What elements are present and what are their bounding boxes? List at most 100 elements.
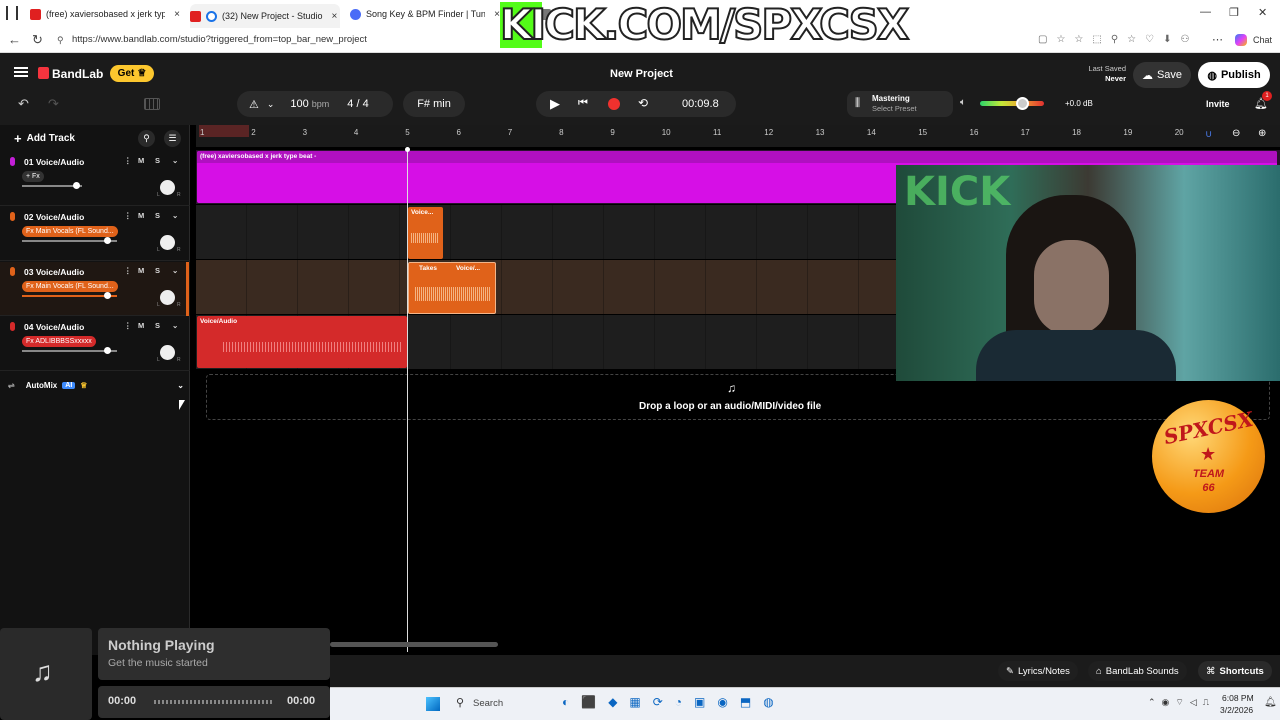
master-volume-slider[interactable] <box>980 101 1044 106</box>
track-menu-icon[interactable]: ⋮ <box>124 211 132 220</box>
zoom-in-icon[interactable]: ⊕ <box>1258 128 1266 139</box>
slider-handle[interactable] <box>104 292 111 299</box>
mute-button[interactable]: M <box>138 156 144 165</box>
track-row-4[interactable]: 04 Voice/Audio ⋮ M S ⌄ Fx ADLIBBBSSxxxxx… <box>0 317 190 371</box>
copilot-icon[interactable] <box>1235 34 1247 46</box>
site-info-icon[interactable]: ⚲ <box>57 35 64 46</box>
pan-knob[interactable] <box>160 290 175 305</box>
volume-slider[interactable] <box>22 240 117 242</box>
chevron-down-icon[interactable]: ⌄ <box>172 266 178 275</box>
mute-button[interactable]: M <box>138 321 144 330</box>
mute-speaker-icon[interactable]: 🔈︎ <box>960 97 966 108</box>
taskbar-apps-icons[interactable]: ◐⬛◆▦⟳◔▣◉⬒◍ <box>562 695 786 709</box>
track-name[interactable]: 04 Voice/Audio <box>24 322 84 332</box>
play-icon[interactable]: ▶ <box>550 96 560 112</box>
bpm-value[interactable]: 100 <box>290 98 308 110</box>
solo-button[interactable]: S <box>155 266 160 275</box>
horizontal-scrollbar[interactable] <box>330 642 498 647</box>
invite-button[interactable]: Invite <box>1206 99 1230 109</box>
redo-icon[interactable]: ↷ <box>48 96 59 112</box>
metronome-icon[interactable]: ⚠ <box>249 98 259 111</box>
search-icon[interactable]: ⚲ <box>456 696 464 709</box>
track-name[interactable]: 01 Voice/Audio <box>24 157 84 167</box>
piano-keys-icon[interactable] <box>144 98 160 110</box>
solo-button[interactable]: S <box>155 211 160 220</box>
url-field[interactable]: https://www.bandlab.com/studio?triggered… <box>72 34 367 45</box>
clip-voice-3[interactable]: Takes Voice/... <box>408 262 496 314</box>
chevron-down-icon[interactable]: ⌄ <box>172 156 178 165</box>
minimize-icon[interactable]: — <box>1200 6 1211 18</box>
fx-tag[interactable]: Fx Main Vocals (FL Sound... <box>22 281 118 292</box>
track-menu-icon[interactable]: ⋮ <box>124 266 132 275</box>
tray-icons[interactable]: ⌃◉⌔◁⎍ <box>1148 697 1215 708</box>
track-name[interactable]: 03 Voice/Audio <box>24 267 84 277</box>
playhead-handle[interactable] <box>405 147 410 152</box>
browser-tab-3[interactable]: Song Key & BPM Finder | Tunebat × <box>350 4 500 24</box>
automix-row[interactable]: ⇌ AutoMix AI ♕ ⌄ <box>8 378 184 392</box>
chevron-down-icon[interactable]: ⌄ <box>267 99 275 110</box>
slider-handle[interactable] <box>104 237 111 244</box>
solo-button[interactable]: S <box>155 321 160 330</box>
clip-voice-4[interactable]: Voice/Audio <box>197 316 407 368</box>
refresh-icon[interactable]: ↻ <box>32 32 43 48</box>
loop-icon[interactable]: ⟲ <box>638 96 648 110</box>
key-selector[interactable]: F# min <box>403 91 465 117</box>
shortcuts-button[interactable]: ⌘ Shortcuts <box>1198 661 1272 681</box>
mute-button[interactable]: M <box>138 266 144 275</box>
skip-back-icon[interactable]: ⏮ <box>578 97 588 110</box>
playhead[interactable] <box>407 147 408 652</box>
loop-region[interactable] <box>199 125 249 137</box>
add-track-button[interactable]: + Add Track <box>14 131 75 146</box>
clock-time[interactable]: 6:08 PM <box>1222 693 1254 703</box>
track-name[interactable]: 02 Voice/Audio <box>24 212 84 222</box>
timeline-ruler[interactable]: 1 2 3 4 5 6 7 8 9 10 11 12 13 14 15 16 17 18 19 20 ∪ ⊖ ⊕ <box>196 125 1280 147</box>
more-menu-icon[interactable]: ⋯ <box>1212 33 1223 46</box>
pan-knob[interactable] <box>160 345 175 360</box>
chevron-down-icon[interactable]: ⌄ <box>172 211 178 220</box>
mute-button[interactable]: M <box>138 211 144 220</box>
slider-handle[interactable] <box>73 182 80 189</box>
notifications-icon[interactable]: 🔔︎ <box>1264 697 1277 708</box>
volume-slider[interactable] <box>22 295 117 297</box>
clock-date[interactable]: 3/2/2026 <box>1220 705 1253 715</box>
magnet-icon[interactable]: ∪ <box>1205 129 1212 140</box>
fx-tag[interactable]: Fx Main Vocals (FL Sound... <box>22 226 118 237</box>
restore-icon[interactable]: ❐ <box>1229 6 1239 19</box>
track-row-2[interactable]: 02 Voice/Audio ⋮ M S ⌄ Fx Main Vocals (F… <box>0 207 190 261</box>
volume-slider[interactable] <box>22 350 117 352</box>
record-icon[interactable] <box>608 98 620 110</box>
tuning-fork-icon[interactable]: ⚲ <box>138 130 155 147</box>
browser-menu-icon[interactable] <box>6 6 18 20</box>
publish-button[interactable]: ◍ Publish <box>1198 62 1270 88</box>
time-signature[interactable]: 4 / 4 <box>347 98 368 110</box>
track-row-1[interactable]: 01 Voice/Audio ⋮ M S ⌄ + Fx L R <box>0 152 190 206</box>
pan-knob[interactable] <box>160 235 175 250</box>
chevron-down-icon[interactable]: ⌄ <box>177 381 184 390</box>
hamburger-menu-icon[interactable] <box>14 67 28 77</box>
mastering-button[interactable]: ⫼ Mastering Select Preset <box>847 91 953 117</box>
chevron-down-icon[interactable]: ⌄ <box>172 321 178 330</box>
fx-tag[interactable]: Fx ADLIBBBSSxxxxx <box>22 336 96 347</box>
browser-tab-1[interactable]: (free) xaviersobased x jerk type be × <box>30 4 180 24</box>
start-icon[interactable] <box>426 697 440 711</box>
tempo-control[interactable]: ⚠ ⌄ 100 bpm 4 / 4 <box>237 91 393 117</box>
close-tab-icon[interactable]: × <box>174 9 180 20</box>
taskbar-search[interactable]: Search <box>473 698 503 709</box>
track-menu-icon[interactable]: ⋮ <box>124 321 132 330</box>
clip-voice-2[interactable]: Voice... <box>408 207 443 259</box>
takes-label[interactable]: Takes <box>419 265 437 272</box>
save-button[interactable]: ☁ Save <box>1133 62 1191 88</box>
close-window-icon[interactable]: ✕ <box>1258 6 1267 19</box>
pan-knob[interactable] <box>160 180 175 195</box>
track-row-3[interactable]: 03 Voice/Audio ⋮ M S ⌄ Fx Main Vocals (F… <box>0 262 190 316</box>
zoom-out-icon[interactable]: ⊖ <box>1232 128 1240 139</box>
close-tab-icon[interactable]: × <box>332 11 338 22</box>
slider-handle[interactable] <box>104 347 111 354</box>
fx-tag[interactable]: + Fx <box>22 171 44 182</box>
volume-handle[interactable] <box>1016 97 1029 110</box>
lyrics-notes-button[interactable]: ✎ Lyrics/Notes <box>998 661 1078 681</box>
undo-icon[interactable]: ↶ <box>18 96 29 112</box>
bandlab-sounds-button[interactable]: ⌂ BandLab Sounds <box>1088 661 1187 681</box>
project-title[interactable]: New Project <box>610 68 673 80</box>
get-button[interactable]: Get ♕ <box>110 65 154 82</box>
